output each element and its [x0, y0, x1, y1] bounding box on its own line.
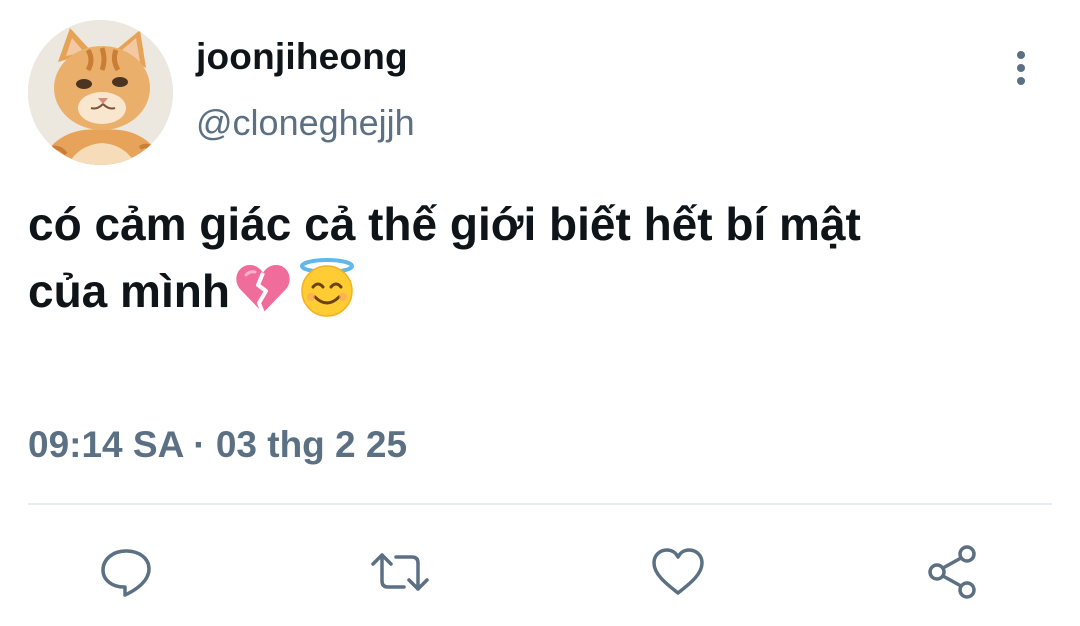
- share-button[interactable]: [923, 542, 983, 602]
- retweet-button[interactable]: [370, 542, 430, 602]
- more-options-icon[interactable]: [1003, 46, 1039, 90]
- divider: [28, 503, 1052, 505]
- tweet-text-content: có cảm giác cả thế giới biết hết bí mật …: [28, 198, 861, 317]
- share-icon: [928, 545, 976, 599]
- tweet-text: có cảm giác cả thế giới biết hết bí mật …: [28, 192, 1028, 334]
- avatar[interactable]: [28, 20, 173, 165]
- broken-heart-emoji: [234, 261, 292, 334]
- more-dot: [1017, 64, 1025, 72]
- more-dot: [1017, 51, 1025, 59]
- more-dot: [1017, 77, 1025, 85]
- retweet-icon: [371, 553, 429, 591]
- smiling-face-with-halo-emoji: [296, 257, 358, 334]
- reply-icon: [101, 549, 151, 597]
- display-name[interactable]: joonjiheong: [196, 36, 408, 78]
- reply-button[interactable]: [96, 542, 156, 602]
- tweet-timestamp[interactable]: 09:14 SA · 03 thg 2 25: [28, 424, 407, 466]
- cat-avatar-image: [28, 20, 173, 165]
- heart-icon: [652, 548, 704, 595]
- user-handle[interactable]: @cloneghejjh: [196, 102, 415, 144]
- like-button[interactable]: [648, 542, 708, 602]
